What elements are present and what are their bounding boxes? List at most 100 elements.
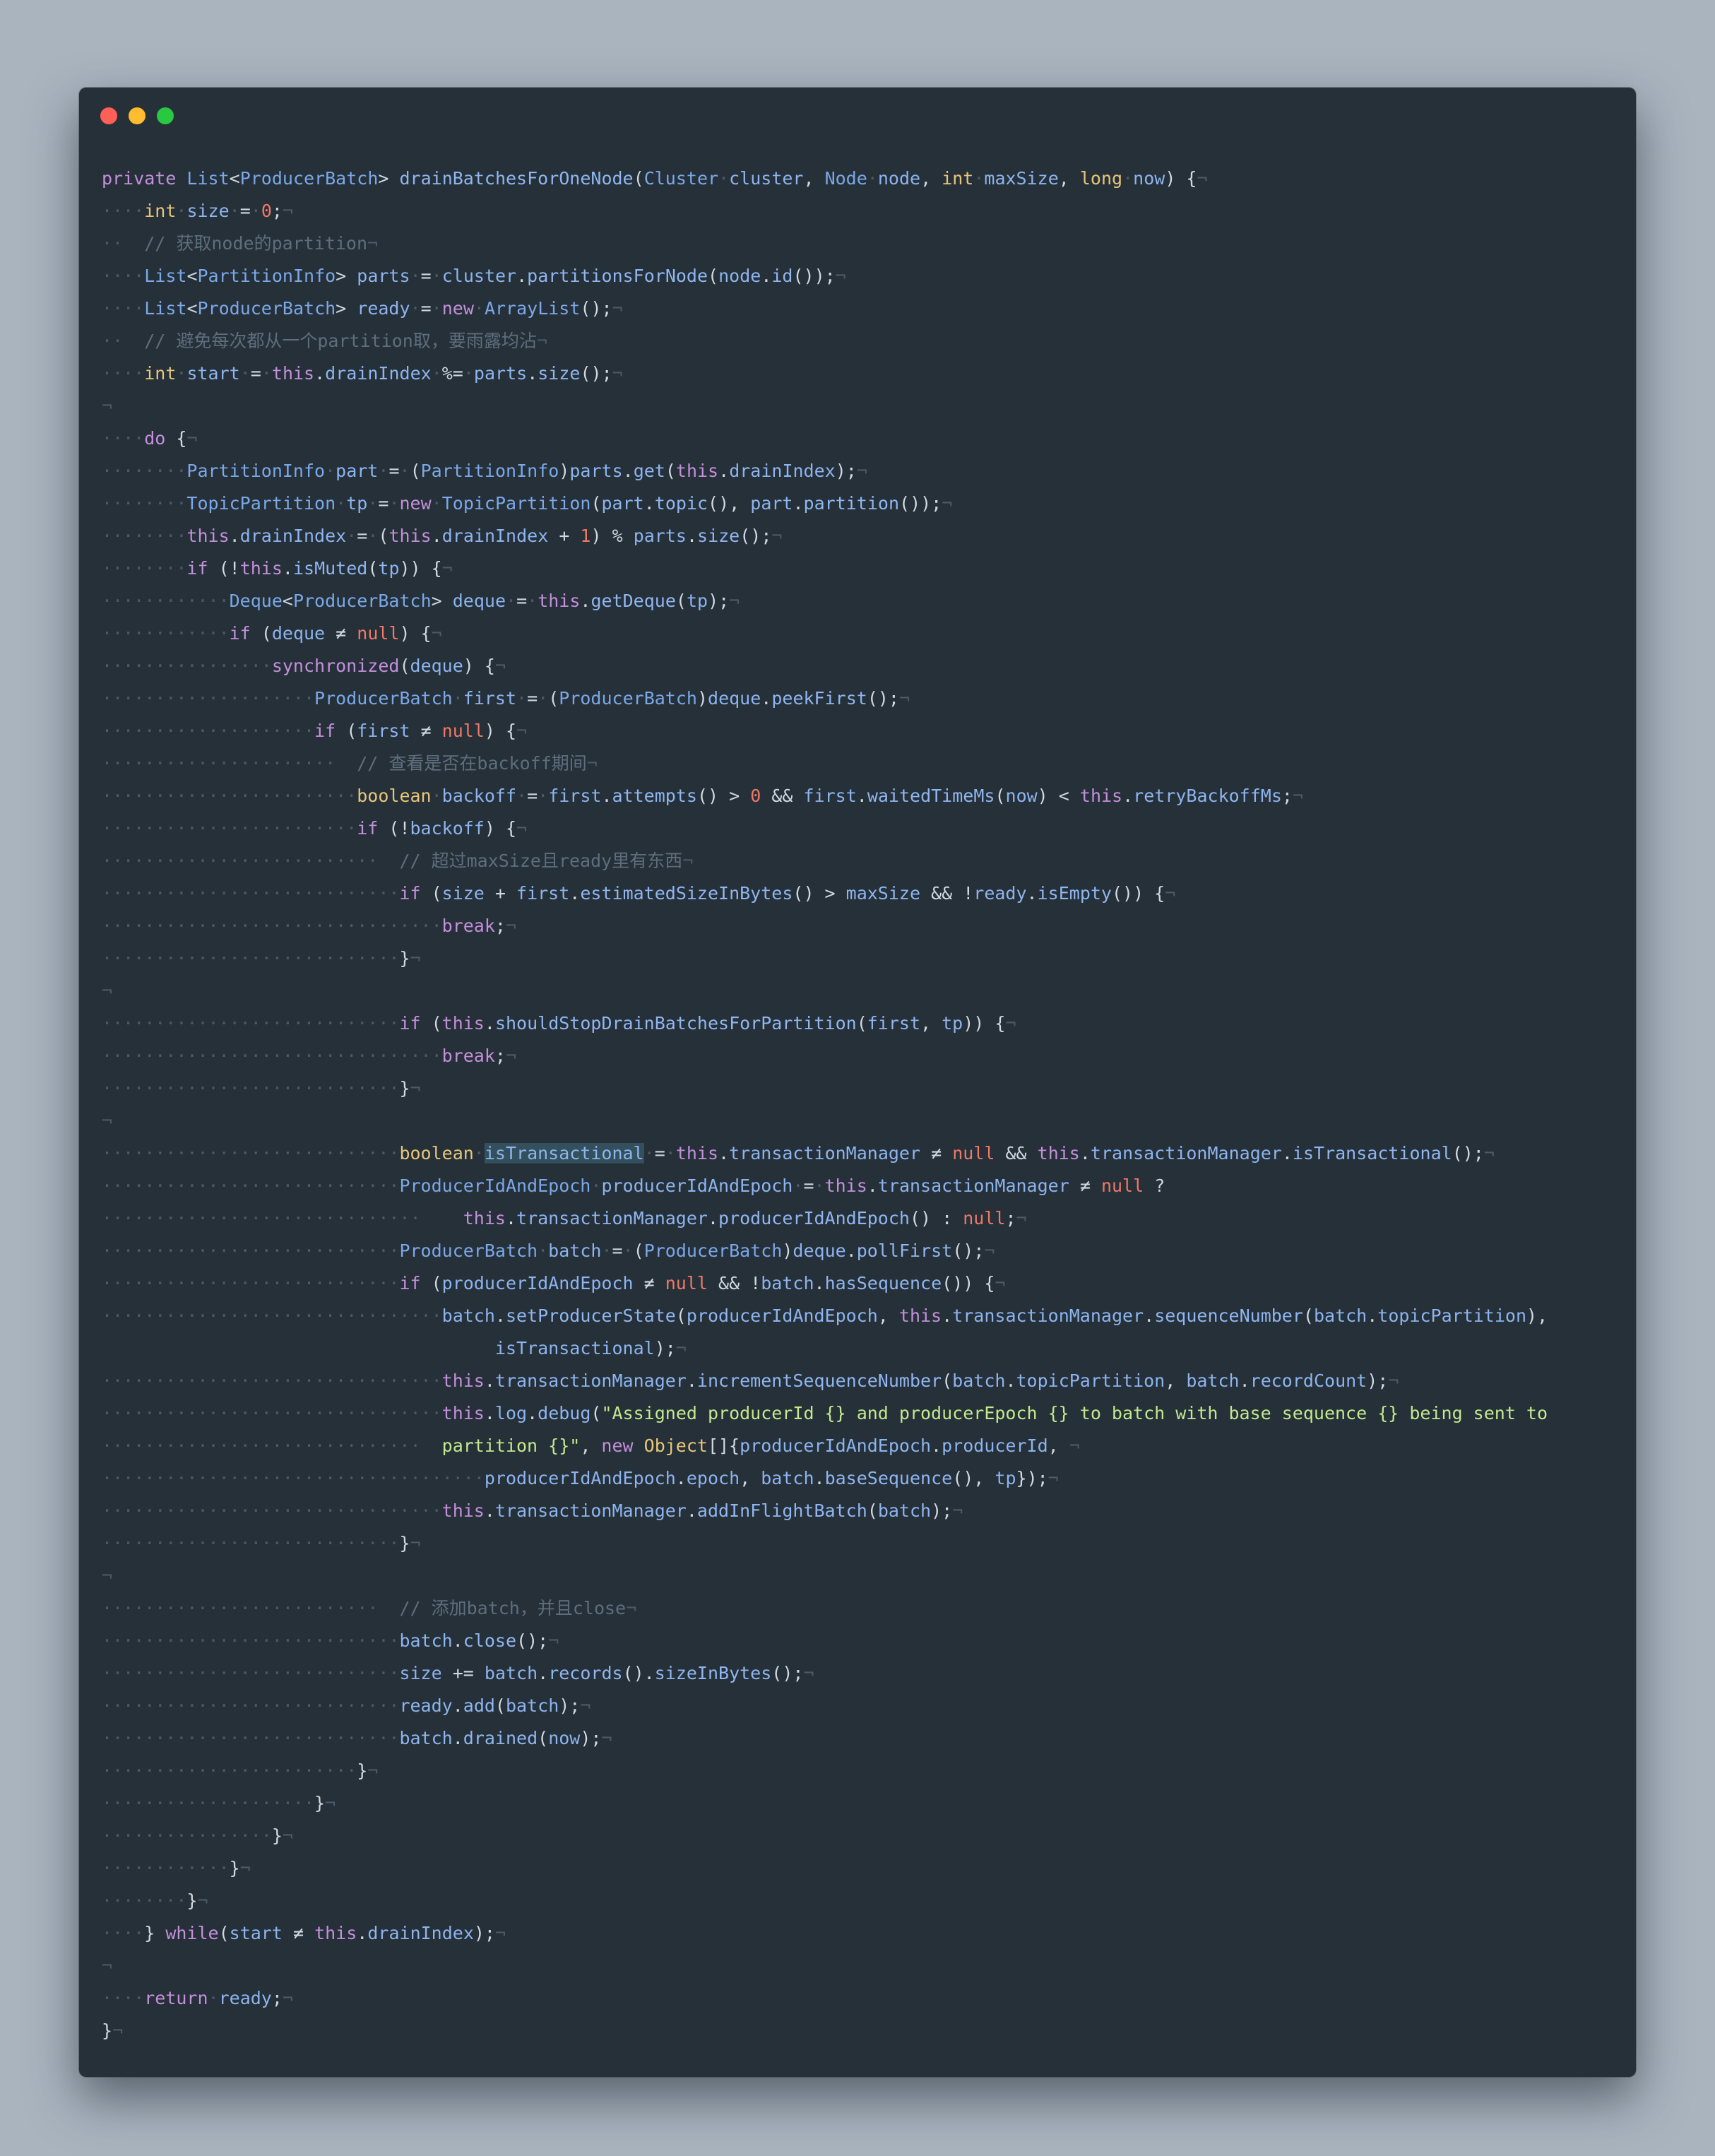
line-end-marker: ¬ bbox=[282, 1825, 293, 1846]
punctuation: . bbox=[867, 1175, 878, 1196]
code-line[interactable]: ································this.tra… bbox=[102, 1495, 1636, 1527]
method-name: partitionsForNode bbox=[527, 266, 708, 286]
code-line[interactable]: ¬ bbox=[102, 1105, 1636, 1137]
keyword: break bbox=[441, 916, 495, 936]
line-end-marker: ¬ bbox=[1388, 1370, 1399, 1391]
code-line[interactable]: ····int·start·=·this.drainIndex·%=·parts… bbox=[102, 357, 1636, 390]
code-line[interactable]: ····························}¬ bbox=[102, 1072, 1636, 1105]
maximize-window-button[interactable] bbox=[157, 107, 174, 124]
code-line[interactable]: ····························ProducerBatc… bbox=[102, 1235, 1636, 1267]
code-line[interactable]: ····························}¬ bbox=[102, 1527, 1636, 1560]
code-line[interactable]: ····························if (producer… bbox=[102, 1267, 1636, 1300]
code-line[interactable]: ¬ bbox=[102, 975, 1636, 1007]
punctuation: )) { bbox=[963, 1013, 1006, 1033]
code-line[interactable]: private List<ProducerBatch> drainBatches… bbox=[102, 162, 1636, 195]
punctuation: ( bbox=[675, 591, 687, 611]
code-line[interactable]: ······················ // 查看是否在backoff期间… bbox=[102, 747, 1636, 780]
code-line[interactable]: ································break;¬ bbox=[102, 1040, 1636, 1072]
code-line[interactable]: ····································prod… bbox=[102, 1462, 1636, 1495]
whitespace-marker: · bbox=[176, 201, 187, 221]
code-line[interactable]: ····List<PartitionInfo> parts·=·cluster.… bbox=[102, 260, 1636, 292]
code-line[interactable]: ········this.drainIndex·=·(this.drainInd… bbox=[102, 520, 1636, 552]
code-line[interactable]: ····························}¬ bbox=[102, 942, 1636, 975]
whitespace-marker: ···································· bbox=[102, 1468, 485, 1488]
punctuation: (! bbox=[208, 558, 240, 579]
minimize-window-button[interactable] bbox=[129, 107, 146, 124]
line-end-marker: ¬ bbox=[410, 1533, 421, 1553]
code-line[interactable]: ························}¬ bbox=[102, 1755, 1636, 1787]
code-line[interactable]: ····int·size·=·0;¬ bbox=[102, 195, 1636, 227]
whitespace-marker: ························ bbox=[102, 786, 357, 806]
identifier: parts bbox=[633, 526, 687, 546]
code-line[interactable]: ········TopicPartition·tp·=·new·TopicPar… bbox=[102, 487, 1636, 520]
code-line[interactable]: ············Deque<ProducerBatch> deque·=… bbox=[102, 585, 1636, 617]
code-line[interactable]: ····························size += batc… bbox=[102, 1657, 1636, 1690]
line-end-marker: ¬ bbox=[835, 266, 846, 286]
code-line[interactable]: ································this.tra… bbox=[102, 1365, 1636, 1397]
code-line[interactable]: ····························batch.close(… bbox=[102, 1625, 1636, 1657]
code-line[interactable]: ····do {¬ bbox=[102, 422, 1636, 455]
code-line[interactable]: ································batch.se… bbox=[102, 1300, 1636, 1332]
punctuation: , bbox=[740, 1468, 761, 1488]
code-line[interactable]: ·· // 避免每次都从一个partition取，要雨露均沾¬ bbox=[102, 325, 1636, 357]
code-line[interactable]: ¬ bbox=[102, 1950, 1636, 1982]
punctuation: . bbox=[527, 363, 538, 384]
whitespace-marker: · bbox=[538, 786, 549, 806]
code-line[interactable]: ····························batch.draine… bbox=[102, 1722, 1636, 1755]
identifier: first bbox=[548, 786, 602, 806]
code-line[interactable]: ······························ this.tran… bbox=[102, 1202, 1636, 1235]
code-line[interactable]: }¬ bbox=[102, 2015, 1636, 2047]
whitespace-marker: ···························· bbox=[102, 1240, 400, 1261]
code-line[interactable]: ····List<ProducerBatch> ready·=·new·Arra… bbox=[102, 292, 1636, 325]
code-line[interactable]: ······························ partition… bbox=[102, 1430, 1636, 1462]
identifier: first bbox=[803, 786, 857, 806]
code-line[interactable]: ············if (deque ≠ null) {¬ bbox=[102, 617, 1636, 650]
code-line[interactable]: ·························· // 超过maxSize且… bbox=[102, 845, 1636, 877]
code-line[interactable]: ····················if (first ≠ null) {¬ bbox=[102, 715, 1636, 747]
code-line[interactable]: ········}¬ bbox=[102, 1885, 1636, 1917]
whitespace-marker: · bbox=[973, 168, 985, 189]
code-line[interactable]: ········if (!this.isMuted(tp)) {¬ bbox=[102, 552, 1636, 585]
code-line[interactable]: ····} while(start ≠ this.drainIndex);¬ bbox=[102, 1917, 1636, 1950]
code-line[interactable]: isTransactional);¬ bbox=[102, 1332, 1636, 1365]
identifier: deque bbox=[452, 591, 506, 611]
punctuation: } bbox=[102, 2020, 113, 2041]
whitespace-marker: · bbox=[506, 591, 517, 611]
punctuation: . bbox=[942, 1305, 953, 1326]
code-line[interactable]: ································this.log… bbox=[102, 1397, 1636, 1430]
line-end-marker: ¬ bbox=[898, 688, 910, 709]
code-line[interactable]: ····························if (this.sho… bbox=[102, 1007, 1636, 1040]
whitespace-marker: · bbox=[431, 786, 442, 806]
line-end-marker: ¬ bbox=[771, 526, 783, 546]
code-line[interactable]: ················synchronized(deque) {¬ bbox=[102, 650, 1636, 682]
punctuation: = bbox=[378, 493, 389, 514]
keyword: new bbox=[601, 1435, 634, 1456]
code-line[interactable]: ························boolean·backoff·… bbox=[102, 780, 1636, 812]
code-line[interactable]: ········PartitionInfo·part·=·(PartitionI… bbox=[102, 455, 1636, 487]
code-line[interactable]: ············}¬ bbox=[102, 1852, 1636, 1885]
code-line[interactable]: ····return·ready;¬ bbox=[102, 1982, 1636, 2015]
punctuation: = bbox=[803, 1175, 814, 1196]
code-line[interactable]: ························if (!backoff) {¬ bbox=[102, 812, 1636, 845]
close-window-button[interactable] bbox=[100, 107, 117, 124]
code-line[interactable]: ····························ready.add(ba… bbox=[102, 1690, 1636, 1722]
code-line[interactable]: ····························ProducerIdAn… bbox=[102, 1170, 1636, 1202]
code-line[interactable]: ································break;¬ bbox=[102, 910, 1636, 942]
code-line[interactable]: ·························· // 添加batch，并且… bbox=[102, 1592, 1636, 1625]
type-name: PartitionInfo bbox=[186, 461, 326, 481]
code-line[interactable]: ····················}¬ bbox=[102, 1787, 1636, 1820]
identifier: part bbox=[601, 493, 644, 514]
literal: 0 bbox=[750, 786, 761, 806]
code-line[interactable]: ¬ bbox=[102, 1560, 1636, 1592]
line-end-marker: ¬ bbox=[952, 1500, 963, 1521]
code-line[interactable]: ·· // 获取node的partition¬ bbox=[102, 227, 1636, 260]
punctuation: += bbox=[441, 1663, 485, 1683]
code-line[interactable]: ················}¬ bbox=[102, 1820, 1636, 1852]
code-line[interactable]: ¬ bbox=[102, 390, 1636, 422]
code-line[interactable]: ····························boolean·isTr… bbox=[102, 1137, 1636, 1170]
punctuation: (); bbox=[516, 1630, 549, 1651]
punctuation: (); bbox=[771, 1663, 804, 1683]
code-line[interactable]: ····················ProducerBatch·first·… bbox=[102, 682, 1636, 715]
whitespace-marker: ························ bbox=[102, 818, 357, 839]
code-line[interactable]: ····························if (size + f… bbox=[102, 877, 1636, 910]
